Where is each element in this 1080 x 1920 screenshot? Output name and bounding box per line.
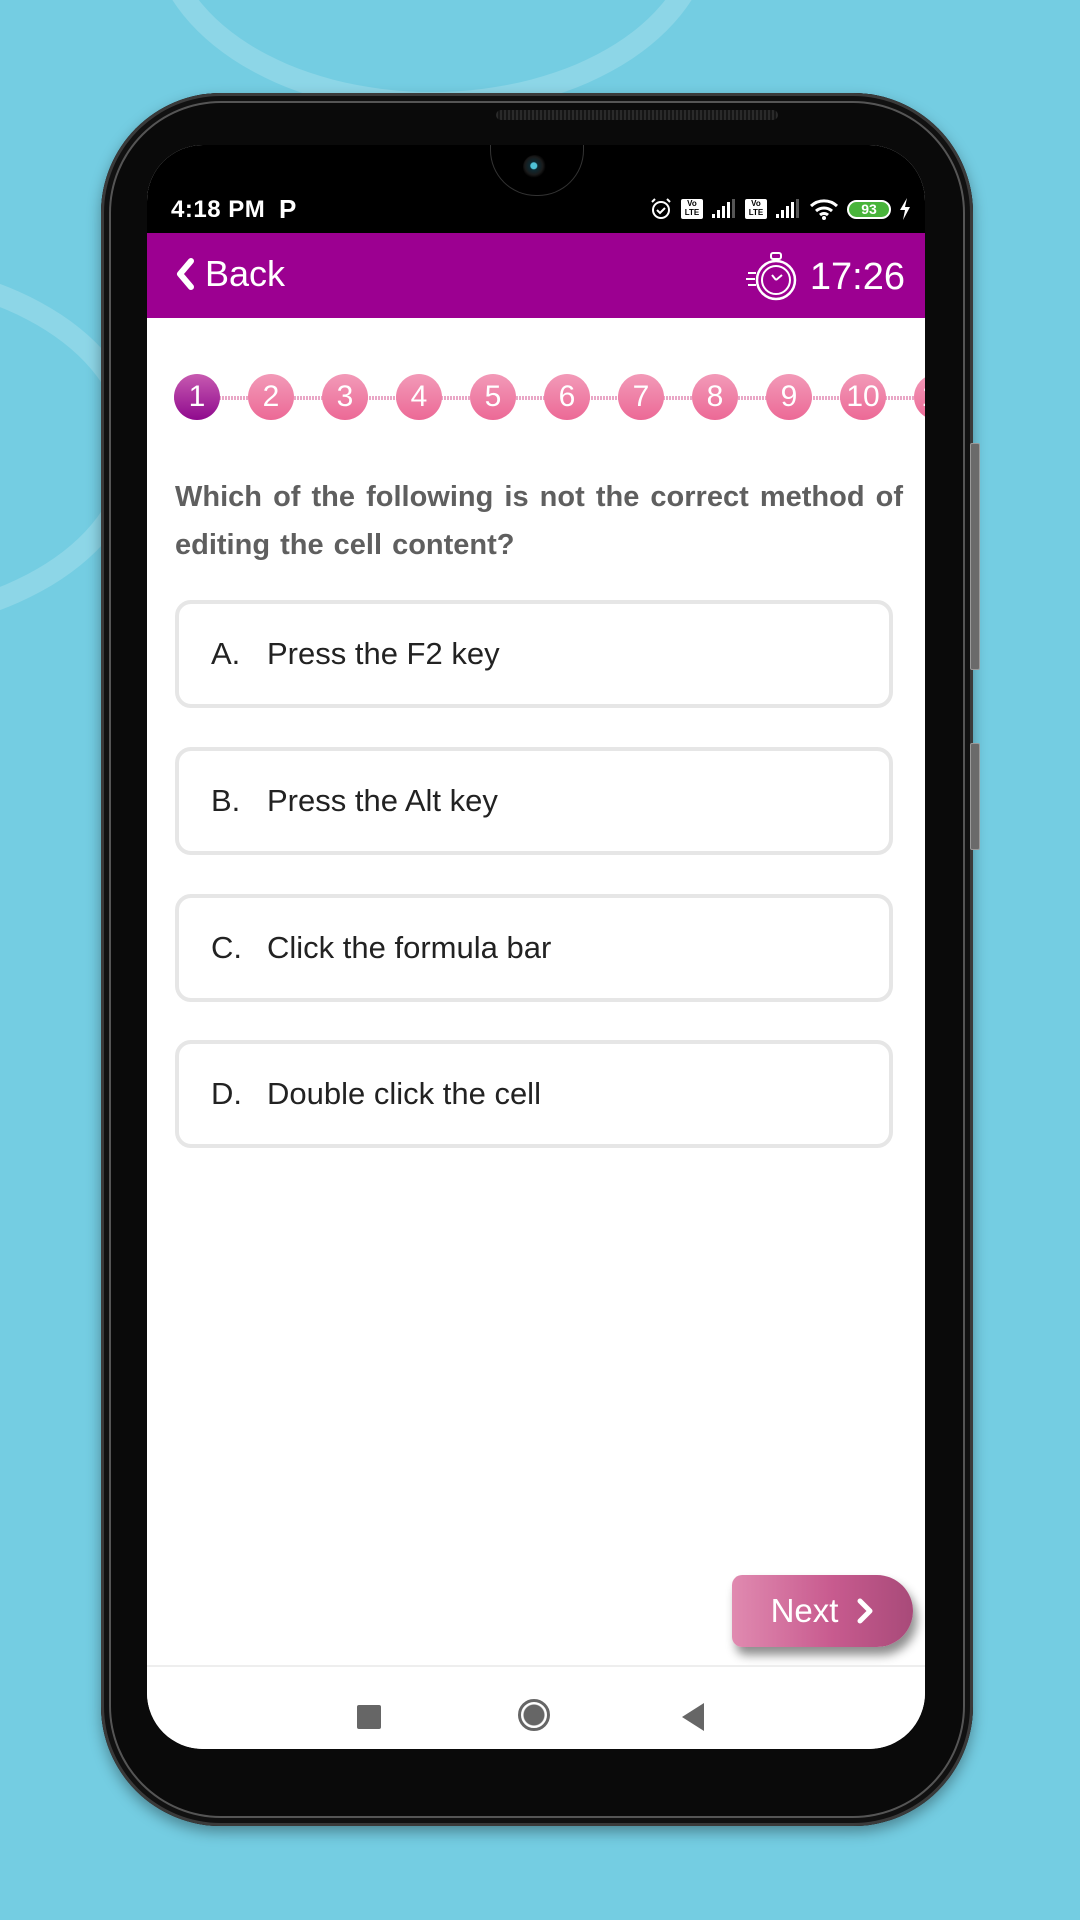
question-dot-2[interactable]: 2: [248, 374, 294, 420]
quiz-timer: 17:26: [745, 251, 905, 303]
question-dot-10[interactable]: 10: [840, 374, 886, 420]
option-letter: B.: [211, 783, 241, 818]
option-letter: A.: [211, 636, 241, 671]
system-nav-bar: [147, 1665, 925, 1749]
home-icon[interactable]: [518, 1699, 550, 1731]
option-c[interactable]: C. Click the formula bar: [175, 894, 893, 1002]
back-triangle-icon[interactable]: [682, 1703, 704, 1731]
earpiece-speaker: [496, 110, 778, 120]
question-dot-3[interactable]: 3: [322, 374, 368, 420]
volte-icon: Vo LTE: [745, 199, 767, 219]
next-label: Next: [770, 1592, 839, 1629]
phone-frame: 4:18 PM P Vo LTE Vo LTE 93 Back 17:26 1 …: [101, 93, 980, 1826]
chevron-right-icon: [857, 1598, 873, 1624]
option-d[interactable]: D. Double click the cell: [175, 1040, 893, 1148]
back-label: Back: [205, 253, 286, 294]
charging-icon: [900, 198, 910, 220]
status-time: 4:18 PM: [171, 196, 266, 223]
option-text: Double click the cell: [267, 1076, 541, 1111]
parking-p-icon: P: [279, 194, 297, 224]
back-button[interactable]: Back: [175, 253, 285, 295]
question-dot-8[interactable]: 8: [692, 374, 738, 420]
question-dot-9[interactable]: 9: [766, 374, 812, 420]
question-text: Which of the following is not the correc…: [175, 481, 903, 561]
stopwatch-icon: [745, 252, 797, 301]
option-text: Press the F2 key: [267, 636, 500, 671]
volte-icon: Vo LTE: [681, 199, 703, 219]
status-bar: 4:18 PM P Vo LTE Vo LTE 93: [147, 145, 925, 233]
next-button[interactable]: Next: [732, 1575, 913, 1647]
option-b[interactable]: B. Press the Alt key: [175, 747, 893, 855]
app-header: Back 17:26: [147, 233, 925, 318]
front-camera-icon: [523, 155, 547, 179]
question-progress: 123456789 10 11: [174, 374, 925, 422]
question-dot-5[interactable]: 5: [470, 374, 516, 420]
volume-button: [970, 443, 980, 670]
battery-icon: 93: [847, 199, 891, 219]
status-icons: Vo LTE Vo LTE 93: [649, 195, 911, 223]
option-a[interactable]: A. Press the F2 key: [175, 600, 893, 708]
power-button: [970, 743, 980, 850]
phone-screen: 4:18 PM P Vo LTE Vo LTE 93 Back 17:26 1 …: [147, 145, 925, 1749]
recent-apps-icon[interactable]: [357, 1705, 381, 1729]
wifi-icon: [809, 199, 839, 220]
alarm-icon: [651, 198, 671, 219]
option-text: Press the Alt key: [267, 783, 498, 818]
timer-value: 17:26: [809, 255, 905, 298]
signal-icon: [776, 199, 799, 218]
chevron-left-icon: [177, 258, 194, 290]
question-dot-1[interactable]: 1: [174, 374, 220, 420]
signal-icon: [712, 199, 735, 218]
question-dot-6[interactable]: 6: [544, 374, 590, 420]
option-letter: D.: [211, 1076, 242, 1111]
option-text: Click the formula bar: [267, 930, 552, 965]
question-dot-11[interactable]: 11: [914, 374, 925, 420]
question-dot-7[interactable]: 7: [618, 374, 664, 420]
option-letter: C.: [211, 930, 242, 965]
question-dot-4[interactable]: 4: [396, 374, 442, 420]
